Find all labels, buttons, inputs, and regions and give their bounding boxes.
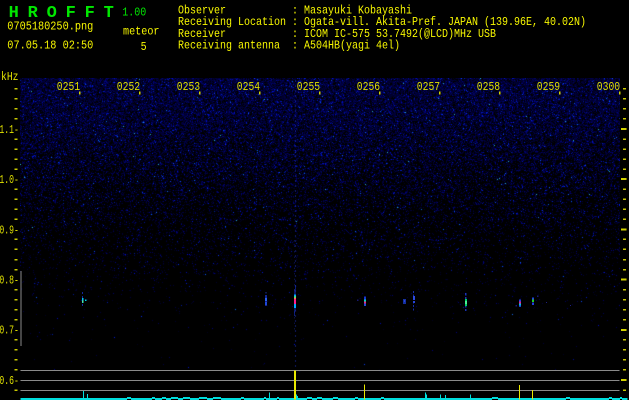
svg-text:1.0-: 1.0- (0, 173, 19, 187)
svg-text:07.05.18 02:50: 07.05.18 02:50 (7, 39, 93, 53)
svg-text:0.9-: 0.9- (0, 223, 19, 237)
svg-text:0252: 0252 (117, 80, 140, 94)
svg-text:Receiving antenna : A504HB(ya: Receiving antenna : A504HB(yagi 4el) (178, 39, 400, 53)
svg-text:0.8-: 0.8- (0, 274, 19, 288)
svg-text:0257: 0257 (417, 80, 440, 94)
svg-text:0.7-: 0.7- (0, 324, 19, 338)
svg-text:0.6-: 0.6- (0, 374, 19, 388)
svg-text:0254: 0254 (237, 80, 260, 94)
svg-text:0253: 0253 (177, 80, 200, 94)
svg-text:0300: 0300 (597, 80, 620, 94)
svg-text:1.1-: 1.1- (0, 123, 19, 137)
svg-text:0705180250.png: 0705180250.png (7, 20, 93, 34)
svg-text:0256: 0256 (357, 80, 380, 94)
svg-text:5: 5 (141, 40, 147, 54)
svg-text:kHz: kHz (1, 70, 19, 84)
svg-text:0258: 0258 (477, 80, 500, 94)
svg-text:0255: 0255 (297, 80, 320, 94)
svg-text:1.00: 1.00 (122, 5, 146, 19)
svg-text:0251: 0251 (57, 80, 80, 94)
svg-text:0259: 0259 (537, 80, 560, 94)
svg-text:meteor: meteor (123, 24, 160, 38)
